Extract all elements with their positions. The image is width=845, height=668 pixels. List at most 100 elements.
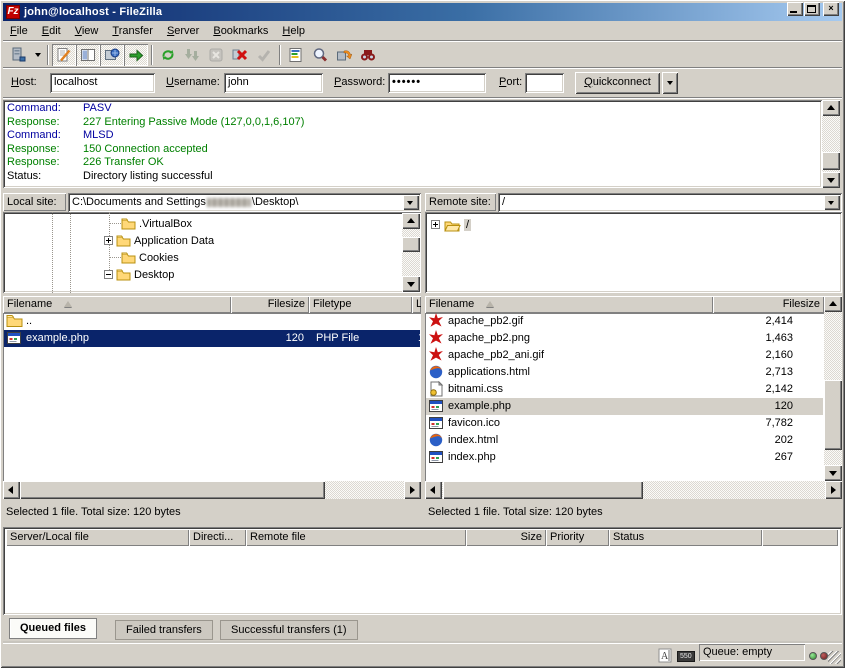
local-site-combobox[interactable]: C:\Documents and Settings\Desktop\	[68, 193, 421, 212]
scroll-left-button[interactable]	[3, 481, 20, 499]
local-hscrollbar[interactable]	[3, 481, 421, 499]
refresh-button[interactable]	[156, 44, 180, 66]
firefox-html-icon	[428, 364, 444, 380]
find-files-button[interactable]	[356, 44, 380, 66]
remote-file-row[interactable]: apache_pb2.png 1,463	[426, 330, 823, 347]
queue-column-server-local-file[interactable]: Server/Local file	[6, 529, 189, 546]
expand-icon[interactable]	[431, 220, 440, 229]
scroll-down-button[interactable]	[824, 465, 842, 481]
local-column-filename[interactable]: Filename	[3, 296, 231, 313]
scroll-down-button[interactable]	[402, 276, 420, 292]
remote-hscrollbar[interactable]	[425, 481, 842, 499]
toggle-message-log-button[interactable]	[52, 44, 76, 66]
tree-item-desktop[interactable]: Desktop	[104, 266, 174, 283]
file-search-button[interactable]	[308, 44, 332, 66]
queue-column-priority[interactable]: Priority	[546, 529, 609, 546]
scroll-right-button[interactable]	[404, 481, 421, 499]
host-input[interactable]: localhost	[50, 73, 155, 93]
remote-file-row[interactable]: apache_pb2.gif 2,414	[426, 313, 823, 330]
remote-column-filesize[interactable]: Filesize	[713, 296, 824, 313]
scroll-left-button[interactable]	[425, 481, 442, 499]
transfer-queue-panel[interactable]: Server/Local file Directi... Remote file…	[3, 527, 842, 615]
toggle-remote-tree-button[interactable]	[100, 44, 124, 66]
toggle-transfer-queue-button[interactable]	[124, 44, 148, 66]
menu-transfer[interactable]: Transfer	[105, 23, 160, 39]
local-file-list[interactable]: .. example.php 120 PHP File 1	[3, 313, 421, 481]
menu-bookmarks[interactable]: Bookmarks	[206, 23, 275, 39]
tree-item-cookies[interactable]: Cookies	[121, 249, 179, 266]
minimize-button[interactable]	[787, 2, 803, 16]
scrollbar-thumb[interactable]	[20, 481, 325, 499]
scroll-up-button[interactable]	[822, 100, 840, 116]
tab-failed-transfers[interactable]: Failed transfers	[115, 620, 213, 640]
remote-file-row[interactable]: applications.html 2,713	[426, 364, 823, 381]
resize-grip[interactable]	[828, 651, 841, 664]
abort-button[interactable]	[252, 44, 276, 66]
port-input[interactable]	[525, 73, 564, 93]
scrollbar-thumb[interactable]	[822, 152, 840, 170]
site-manager-dropdown-button[interactable]	[31, 44, 44, 66]
message-log[interactable]: Command:PASV Response:227 Entering Passi…	[3, 100, 822, 188]
process-queue-button[interactable]	[180, 44, 204, 66]
menu-file[interactable]: File	[3, 23, 35, 39]
collapse-icon[interactable]	[104, 270, 113, 279]
remote-column-filename[interactable]: Filename	[425, 296, 713, 313]
remote-file-row[interactable]: index.php 267	[426, 449, 823, 466]
scroll-up-button[interactable]	[824, 296, 842, 312]
synchronized-browsing-button[interactable]	[332, 44, 356, 66]
local-column-filetype[interactable]: Filetype	[309, 296, 412, 313]
quickconnect-dropdown-button[interactable]	[662, 72, 678, 94]
local-tree[interactable]: .VirtualBox Application Data Cookies Des…	[3, 212, 421, 293]
filename-filters-button[interactable]	[284, 44, 308, 66]
tab-queued-files[interactable]: Queued files	[9, 618, 97, 639]
menu-help[interactable]: Help	[275, 23, 312, 39]
scroll-up-button[interactable]	[402, 213, 420, 229]
tab-successful-transfers[interactable]: Successful transfers (1)	[220, 620, 358, 640]
local-site-dropdown-button[interactable]	[403, 195, 419, 210]
cancel-operation-button[interactable]	[204, 44, 228, 66]
toggle-local-tree-button[interactable]	[76, 44, 100, 66]
maximize-button[interactable]	[804, 2, 820, 16]
tree-item-virtualbox[interactable]: .VirtualBox	[121, 215, 192, 232]
queue-column-direction[interactable]: Directi...	[189, 529, 246, 546]
menu-server[interactable]: Server	[160, 23, 206, 39]
local-file-row-updir[interactable]: ..	[4, 313, 420, 330]
menu-edit[interactable]: Edit	[35, 23, 68, 39]
scrollbar-thumb[interactable]	[443, 481, 643, 499]
scrollbar-thumb[interactable]	[402, 237, 420, 252]
username-input[interactable]: john	[224, 73, 323, 93]
remote-file-row[interactable]: index.html 202	[426, 432, 823, 449]
disconnect-button[interactable]	[228, 44, 252, 66]
remote-tree[interactable]: /	[425, 212, 842, 293]
local-column-lastmodified[interactable]: L	[412, 296, 421, 313]
quickconnect-button[interactable]: Quickconnect	[575, 72, 660, 94]
scroll-right-button[interactable]	[825, 481, 842, 499]
site-manager-button[interactable]	[7, 44, 31, 66]
remote-file-row[interactable]: favicon.ico 7,782	[426, 415, 823, 432]
menu-view[interactable]: View	[68, 23, 106, 39]
remote-file-row[interactable]: apache_pb2_ani.gif 2,160	[426, 347, 823, 364]
remote-file-row[interactable]: bitnami.css 2,142	[426, 381, 823, 398]
remote-file-row-selected[interactable]: example.php 120	[426, 398, 823, 415]
log-scrollbar[interactable]	[822, 100, 840, 188]
remote-file-list[interactable]: apache_pb2.gif 2,414 apache_pb2.png 1,46…	[425, 313, 824, 481]
password-input[interactable]: ••••••	[388, 73, 486, 93]
queue-column-remote-file[interactable]: Remote file	[246, 529, 466, 546]
local-column-filesize[interactable]: Filesize	[231, 296, 309, 313]
expand-icon[interactable]	[104, 236, 113, 245]
remote-vscrollbar[interactable]	[824, 296, 842, 481]
local-tree-scrollbar[interactable]	[402, 213, 420, 292]
open-folder-icon	[444, 218, 461, 232]
tree-item-application-data[interactable]: Application Data	[104, 232, 214, 249]
scrollbar-thumb[interactable]	[824, 380, 842, 450]
close-button[interactable]: ×	[823, 2, 839, 16]
scroll-down-button[interactable]	[822, 172, 840, 188]
queue-column-status[interactable]: Status	[609, 529, 762, 546]
scroll-left-icon	[8, 486, 13, 494]
remote-site-dropdown-button[interactable]	[824, 195, 840, 210]
toolbar-separator	[47, 45, 49, 65]
tree-item-root[interactable]: /	[431, 216, 471, 233]
local-file-row-example-php[interactable]: example.php 120 PHP File 1	[4, 330, 420, 347]
queue-column-size[interactable]: Size	[466, 529, 546, 546]
remote-site-combobox[interactable]: /	[498, 193, 842, 212]
